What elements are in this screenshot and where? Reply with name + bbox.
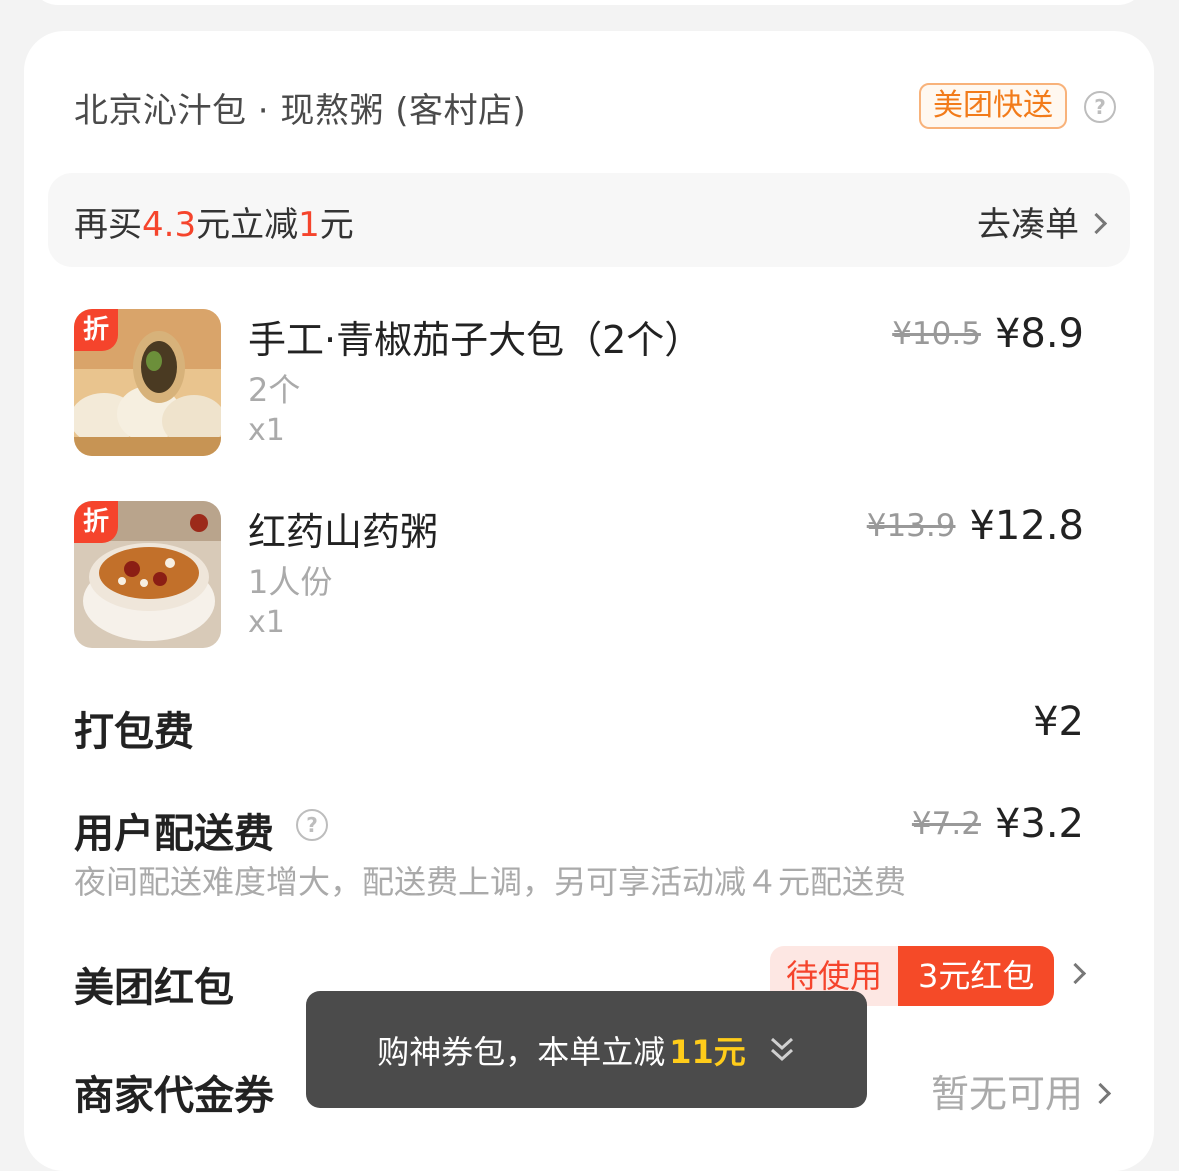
toast-highlight: 11元	[669, 1032, 746, 1071]
discount-tag: 折	[74, 501, 118, 543]
original-price: ¥13.9	[866, 508, 956, 544]
delivery-fee-value: ¥7.2 ¥3.2	[912, 799, 1084, 847]
order-item[interactable]: 折 手工·青椒茄子大包（2个） 2个 x1 ¥10.5 ¥8.9	[74, 309, 1084, 459]
coupon-pack-toast[interactable]: 购神券包，本单立减 11元	[306, 991, 867, 1108]
merchant-voucher-label: 商家代金券	[74, 1073, 274, 1119]
packaging-fee-value: ¥2	[1033, 699, 1084, 745]
item-quantity: x1	[248, 605, 285, 640]
chevron-right-icon	[1065, 962, 1087, 984]
chevron-right-icon	[1085, 212, 1108, 235]
chevron-right-icon	[1089, 1082, 1112, 1105]
item-spec: 2个	[248, 371, 301, 409]
add-more-label: 去凑单	[977, 205, 1079, 245]
order-item[interactable]: 折 红药山药粥 1人份 x1 ¥13.9 ¥12.8	[74, 501, 1084, 651]
previous-card-edge	[30, 0, 1146, 5]
item-spec: 1人份	[248, 563, 333, 601]
promo-suffix: 元	[319, 205, 354, 245]
item-image: 折	[74, 309, 221, 456]
item-image: 折	[74, 501, 221, 648]
merchant-voucher-value: 暂无可用	[930, 1072, 1083, 1116]
current-price: ¥12.8	[969, 503, 1084, 549]
double-chevron-down-icon	[768, 1035, 796, 1065]
store-name[interactable]: 北京沁汁包 · 现熬粥 (客村店)	[74, 83, 526, 132]
merchant-voucher-selector[interactable]: 暂无可用	[930, 1063, 1112, 1118]
add-more-button[interactable]: 去凑单	[977, 197, 1108, 246]
delivery-original-price: ¥7.2	[911, 806, 981, 842]
delivery-current-price: ¥3.2	[994, 801, 1084, 847]
packaging-fee-label: 打包费	[74, 709, 194, 755]
item-quantity: x1	[248, 413, 285, 448]
current-price: ¥8.9	[994, 311, 1084, 357]
promo-discount: 1	[298, 205, 320, 245]
red-packet-amount: 3元红包	[898, 946, 1055, 1006]
item-name: 手工·青椒茄子大包（2个）	[248, 318, 703, 362]
help-icon[interactable]: ?	[1084, 91, 1116, 123]
help-icon[interactable]: ?	[296, 809, 328, 841]
delivery-badge: 美团快送	[919, 83, 1067, 129]
item-price: ¥10.5 ¥8.9	[892, 311, 1084, 357]
promo-bar[interactable]: 再买4.3元立减1元 去凑单	[48, 173, 1130, 267]
delivery-fee-label: 用户配送费	[74, 811, 274, 857]
discount-tag: 折	[74, 309, 118, 351]
item-name: 红药山药粥	[248, 510, 439, 554]
item-price: ¥13.9 ¥12.8	[867, 503, 1084, 549]
toast-text: 购神券包，本单立减	[377, 1032, 666, 1071]
promo-amount: 4.3	[142, 205, 197, 245]
promo-middle: 元立减	[196, 205, 299, 245]
promo-prefix: 再买	[74, 205, 142, 245]
promo-text: 再买4.3元立减1元	[74, 197, 354, 246]
red-packet-label: 美团红包	[74, 965, 234, 1011]
original-price: ¥10.5	[892, 316, 981, 352]
delivery-note: 夜间配送难度增大，配送费上调，另可享活动减４元配送费	[74, 863, 907, 901]
